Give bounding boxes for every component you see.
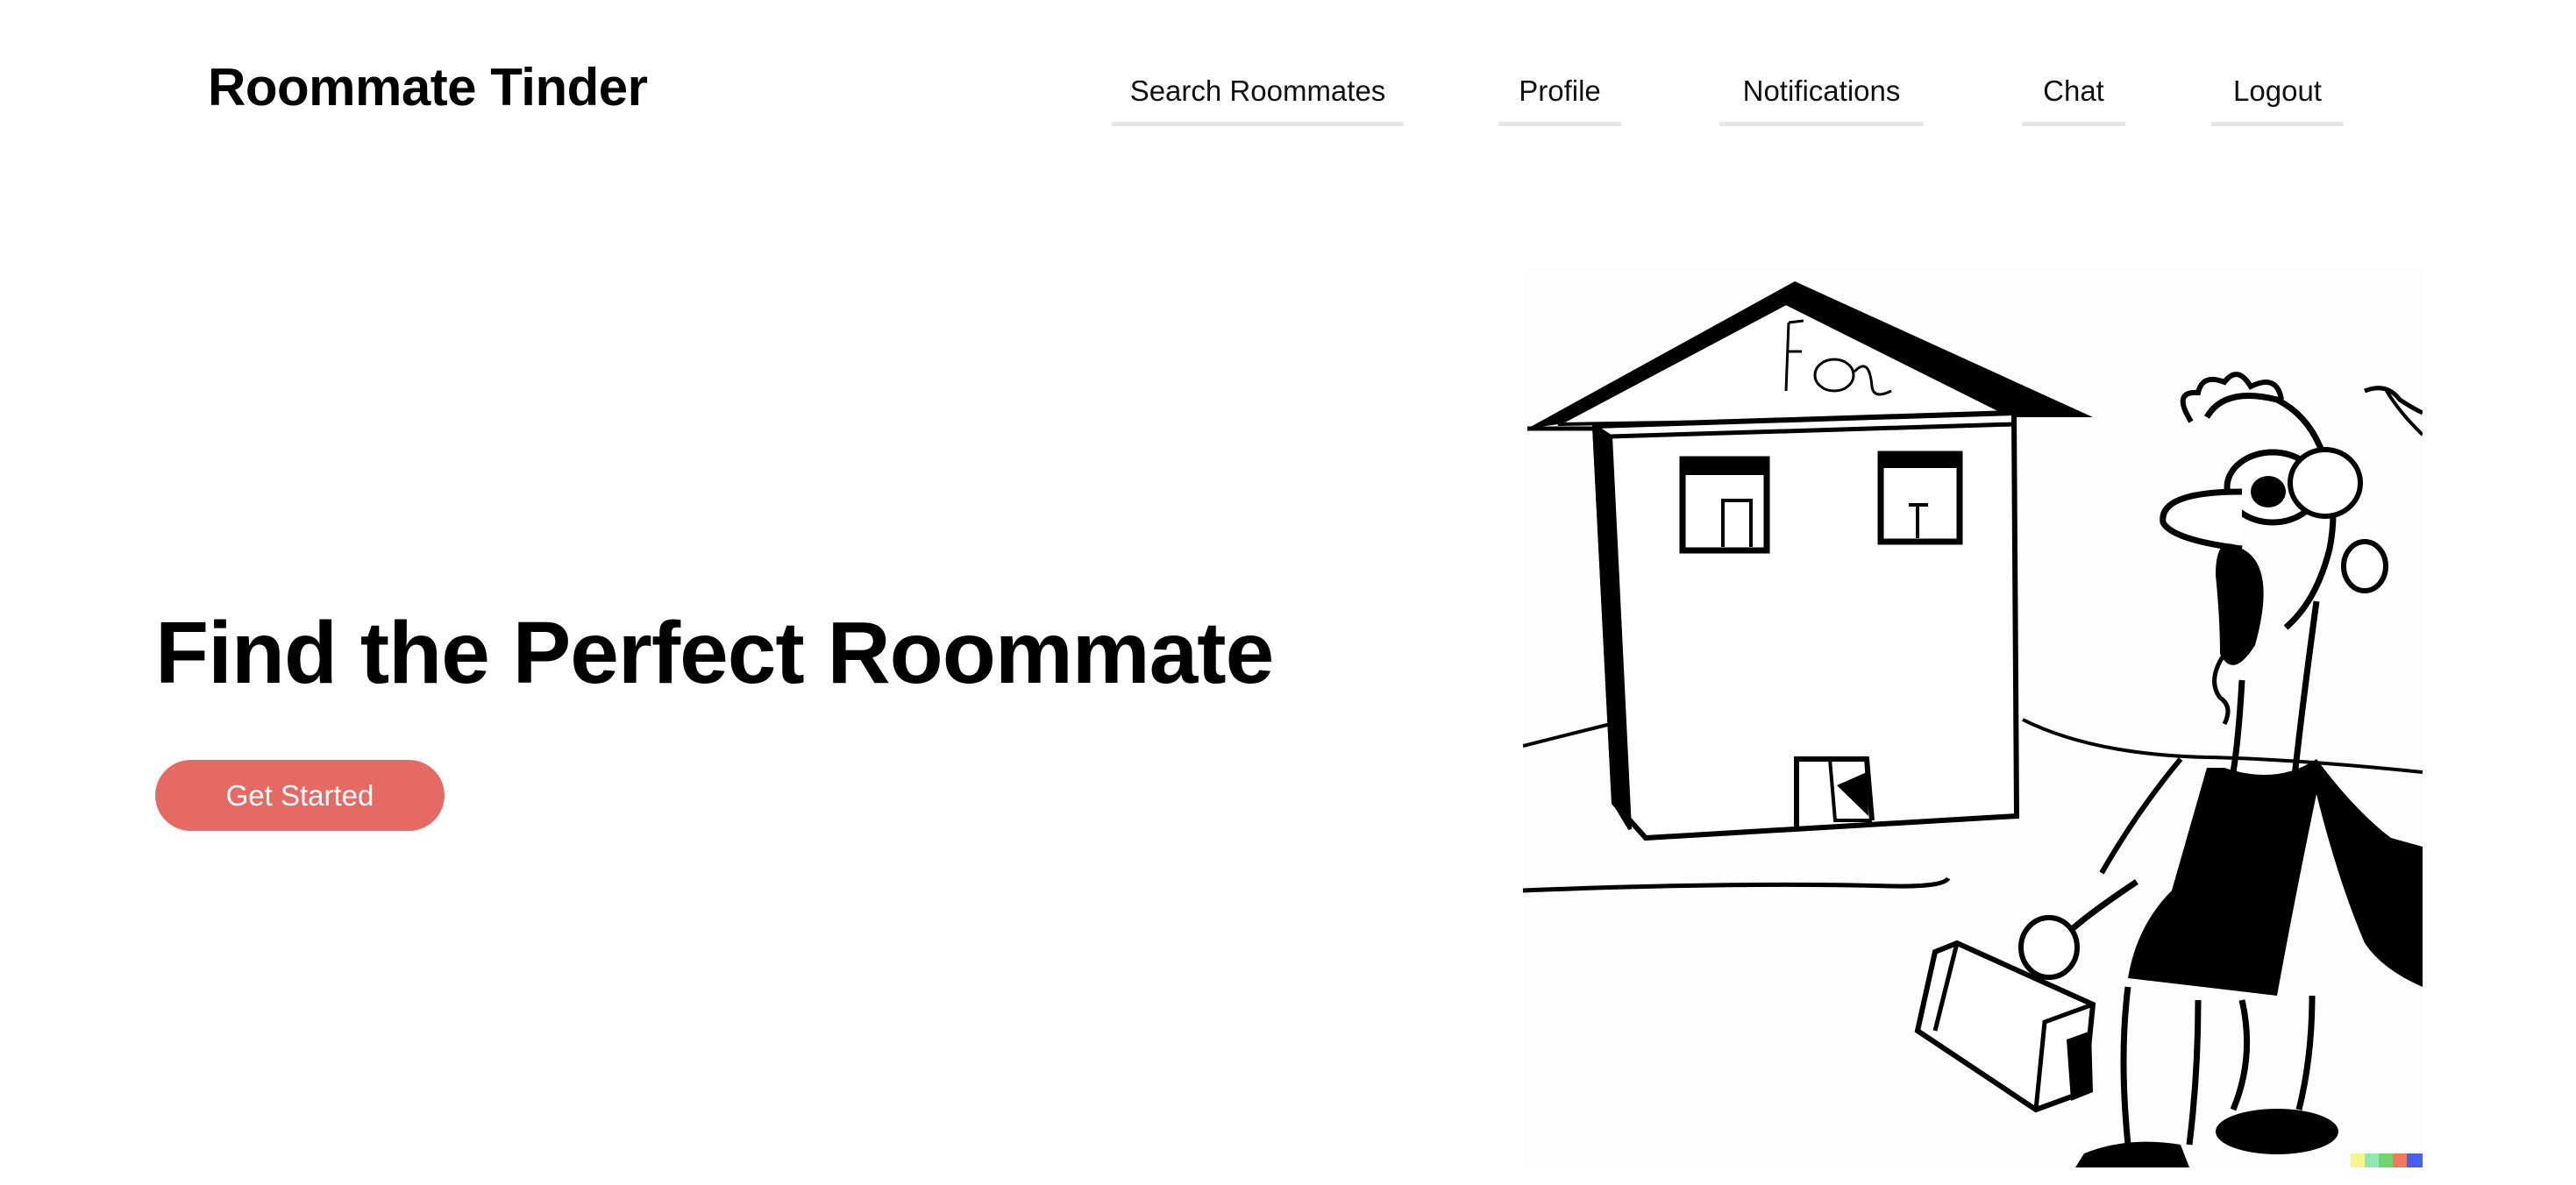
site-header: Roommate Tinder Search Roommates Profile… [0, 0, 2576, 175]
get-started-button[interactable]: Get Started [155, 760, 445, 831]
nav-notifications[interactable]: Notifications [1719, 65, 1924, 126]
house-and-person-drawing [1523, 281, 2423, 1167]
hero-illustration [1523, 268, 2423, 1167]
nav-profile[interactable]: Profile [1498, 65, 1621, 126]
hero-title: Find the Perfect Roommate [155, 604, 1274, 702]
nav-search-roommates[interactable]: Search Roommates [1112, 65, 1404, 126]
nav-chat[interactable]: Chat [2022, 65, 2125, 126]
nav-logout[interactable]: Logout [2211, 65, 2344, 126]
site-logo[interactable]: Roommate Tinder [208, 54, 648, 121]
